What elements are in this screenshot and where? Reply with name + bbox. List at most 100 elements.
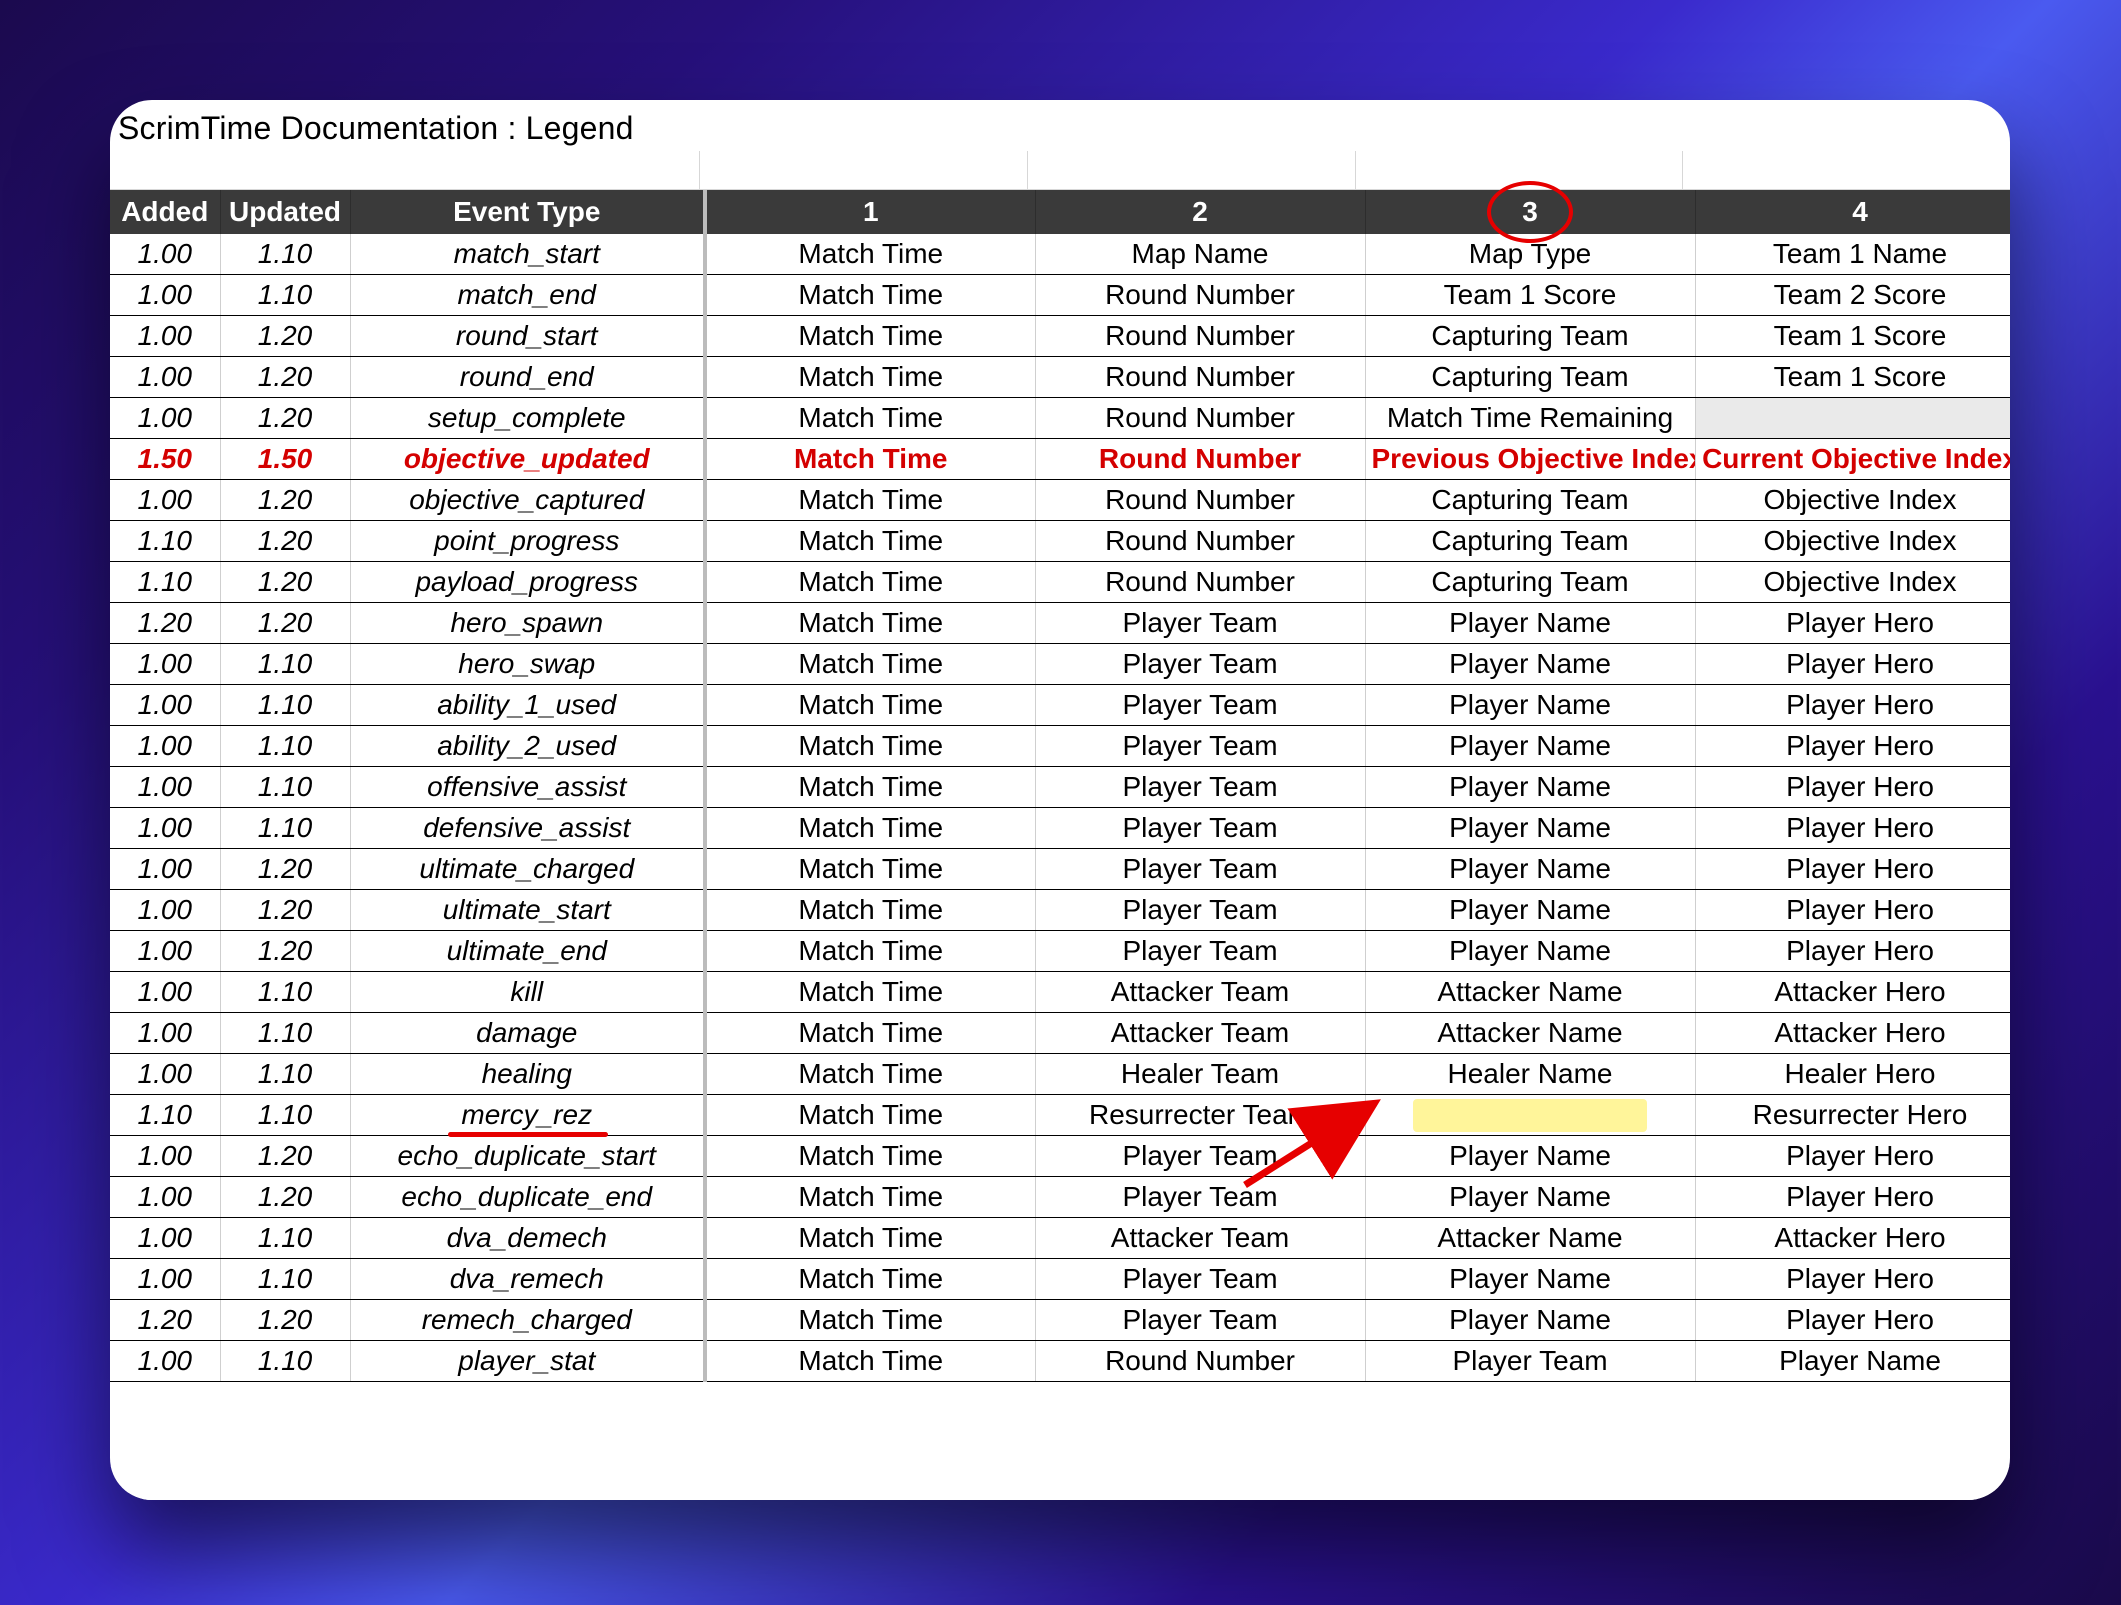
cell-added: 1.00: [110, 972, 220, 1013]
table-row: 1.001.20objective_capturedMatch TimeRoun…: [110, 480, 2010, 521]
cell-event: dva_demech: [350, 1218, 705, 1259]
cell-updated: 1.50: [220, 439, 350, 480]
cell-p3: Player Name: [1365, 726, 1695, 767]
cell-p1: Match Time: [705, 726, 1035, 767]
cell-p4: Player Hero: [1695, 603, 2010, 644]
col-param-2: 2: [1035, 190, 1365, 234]
col-added: Added: [110, 190, 220, 234]
table-row: 1.001.10killMatch TimeAttacker TeamAttac…: [110, 972, 2010, 1013]
cell-updated: 1.20: [220, 1177, 350, 1218]
cell-p4: Attacker Hero: [1695, 972, 2010, 1013]
cell-p2: Resurrecter Team: [1035, 1095, 1365, 1136]
cell-event: ultimate_start: [350, 890, 705, 931]
cell-updated: 1.20: [220, 603, 350, 644]
cell-p1: Match Time: [705, 603, 1035, 644]
table-row: 1.101.10mercy_rezMatch TimeResurrecter T…: [110, 1095, 2010, 1136]
table-row: 1.101.20point_progressMatch TimeRound Nu…: [110, 521, 2010, 562]
cell-p1: Match Time: [705, 767, 1035, 808]
cell-p3: Team 1 Score: [1365, 275, 1695, 316]
cell-p1: Match Time: [705, 972, 1035, 1013]
cell-p1: Match Time: [705, 1136, 1035, 1177]
cell-p4: Team 1 Score: [1695, 316, 2010, 357]
cell-p4: Team 1 Name: [1695, 234, 2010, 275]
cell-p1: Match Time: [705, 316, 1035, 357]
cell-added: 1.00: [110, 890, 220, 931]
cell-p2: Map Name: [1035, 234, 1365, 275]
cell-updated: 1.10: [220, 644, 350, 685]
cell-updated: 1.10: [220, 972, 350, 1013]
cell-event: payload_progress: [350, 562, 705, 603]
cell-p2: Player Team: [1035, 1259, 1365, 1300]
cell-p2: Healer Team: [1035, 1054, 1365, 1095]
cell-added: 1.00: [110, 480, 220, 521]
cell-added: 1.00: [110, 1341, 220, 1382]
cell-p3: Player Name: [1365, 685, 1695, 726]
cell-p1: Match Time: [705, 480, 1035, 521]
table-row: 1.001.10dva_remechMatch TimePlayer TeamP…: [110, 1259, 2010, 1300]
table-row: 1.001.10healingMatch TimeHealer TeamHeal…: [110, 1054, 2010, 1095]
table-row: 1.001.20echo_duplicate_endMatch TimePlay…: [110, 1177, 2010, 1218]
table-row: 1.001.10offensive_assistMatch TimePlayer…: [110, 767, 2010, 808]
cell-p3: Player Name: [1365, 931, 1695, 972]
table-row: 1.001.10ability_1_usedMatch TimePlayer T…: [110, 685, 2010, 726]
page-title: ScrimTime Documentation : Legend: [110, 100, 2010, 151]
cell-event: match_start: [350, 234, 705, 275]
cell-added: 1.10: [110, 562, 220, 603]
cell-p1: Match Time: [705, 1013, 1035, 1054]
cell-updated: 1.20: [220, 521, 350, 562]
cell-p2: Round Number: [1035, 357, 1365, 398]
cell-p2: Player Team: [1035, 890, 1365, 931]
cell-updated: 1.20: [220, 1136, 350, 1177]
cell-p3: Player Name: [1365, 890, 1695, 931]
table-row: 1.001.10player_statMatch TimeRound Numbe…: [110, 1341, 2010, 1382]
cell-p2: Player Team: [1035, 808, 1365, 849]
cell-p3: Capturing Team: [1365, 316, 1695, 357]
cell-added: 1.10: [110, 521, 220, 562]
cell-updated: 1.10: [220, 808, 350, 849]
table-row: 1.101.20payload_progressMatch TimeRound …: [110, 562, 2010, 603]
table-header-row: Added Updated Event Type 1 2 3 4: [110, 190, 2010, 234]
cell-p4: Player Hero: [1695, 849, 2010, 890]
cell-p1: Match Time: [705, 931, 1035, 972]
cell-p4: Player Hero: [1695, 931, 2010, 972]
underline-annotation-icon: [448, 1132, 608, 1137]
cell-p4: Attacker Hero: [1695, 1218, 2010, 1259]
table-row: 1.001.20round_endMatch TimeRound NumberC…: [110, 357, 2010, 398]
cell-p4: Player Hero: [1695, 808, 2010, 849]
cell-event: round_start: [350, 316, 705, 357]
cell-updated: 1.10: [220, 1259, 350, 1300]
cell-event: mercy_rez: [350, 1095, 705, 1136]
cell-p3: Player Name: [1365, 1259, 1695, 1300]
cell-p2: Player Team: [1035, 849, 1365, 890]
table-row: 1.201.20hero_spawnMatch TimePlayer TeamP…: [110, 603, 2010, 644]
cell-p2: Player Team: [1035, 1300, 1365, 1341]
cell-event: defensive_assist: [350, 808, 705, 849]
cell-updated: 1.20: [220, 398, 350, 439]
cell-p1: Match Time: [705, 1300, 1035, 1341]
cell-p2: Attacker Team: [1035, 972, 1365, 1013]
cell-p2: Player Team: [1035, 603, 1365, 644]
cell-updated: 1.20: [220, 849, 350, 890]
col-param-4: 4: [1695, 190, 2010, 234]
cell-event: ability_1_used: [350, 685, 705, 726]
table-row: 1.001.20echo_duplicate_startMatch TimePl…: [110, 1136, 2010, 1177]
cell-added: 1.00: [110, 1259, 220, 1300]
cell-p2: Player Team: [1035, 1136, 1365, 1177]
cell-p3: Player Name: [1365, 644, 1695, 685]
table-row: 1.001.10match_startMatch TimeMap NameMap…: [110, 234, 2010, 275]
cell-updated: 1.10: [220, 234, 350, 275]
cell-event: offensive_assist: [350, 767, 705, 808]
cell-added: 1.00: [110, 931, 220, 972]
cell-event: match_end: [350, 275, 705, 316]
cell-p4: Objective Index: [1695, 562, 2010, 603]
cell-p2: Round Number: [1035, 316, 1365, 357]
cell-added: 1.00: [110, 398, 220, 439]
cell-p2: Round Number: [1035, 275, 1365, 316]
cell-event: ultimate_charged: [350, 849, 705, 890]
cell-p3: Player Name: [1365, 808, 1695, 849]
cell-p1: Match Time: [705, 562, 1035, 603]
cell-p4: Objective Index: [1695, 521, 2010, 562]
cell-updated: 1.10: [220, 1341, 350, 1382]
cell-p3: Player Team: [1365, 1341, 1695, 1382]
cell-p3: Attacker Name: [1365, 1013, 1695, 1054]
